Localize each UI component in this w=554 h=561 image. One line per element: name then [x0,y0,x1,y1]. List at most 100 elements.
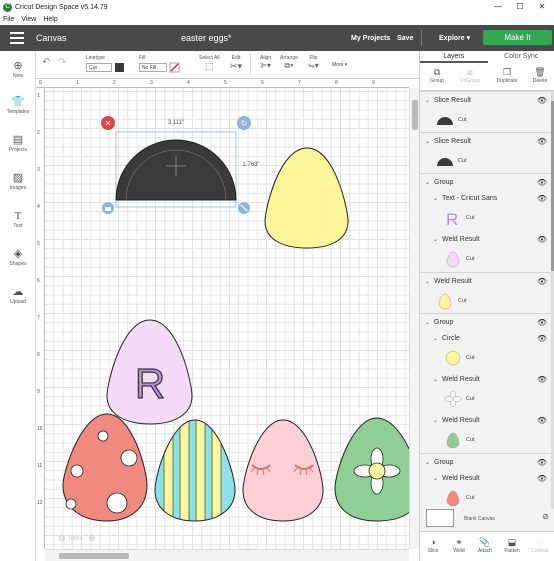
flatten-button[interactable]: ⬓ Flatten [499,536,525,554]
tab-color-sync[interactable]: Color Sync [488,51,554,63]
eye-icon[interactable]: 👁 [537,137,547,146]
tab-layers[interactable]: Layers [420,51,488,63]
layer-row[interactable]: ⌄ Text - Cricut Sans 👁 R Cut [420,190,551,231]
minimize-button[interactable]: — [487,0,509,14]
duplicate-button[interactable]: ❐ Duplicate [492,66,522,84]
nav-shapes[interactable]: ◈ Shapes [0,247,36,267]
chevron-down-icon[interactable]: ⌄ [433,417,438,424]
menu-bar: File View Help [0,14,554,25]
fill-select[interactable]: No Fill [139,63,167,72]
my-projects-button[interactable]: My Projects [351,35,390,42]
weld-button[interactable]: ⚭ Weld [446,536,472,554]
chevron-down-icon[interactable]: ⌄ [425,179,430,186]
nav-projects[interactable]: ▤ Projects [0,133,36,153]
letter-r-text[interactable]: R [134,359,166,407]
eye-icon[interactable]: 👁 [537,194,547,203]
chevron-down-icon[interactable]: ⌄ [425,319,430,326]
design-canvas[interactable]: 3.111" 1.763" ✕ ↻ R ⊖ 100% ⊕ [45,88,409,549]
eye-icon[interactable]: 👁 [537,416,547,425]
menu-file[interactable]: File [3,16,14,23]
machine-select[interactable]: Explore ▾ [439,34,470,42]
eye-icon[interactable]: 👁 [537,375,547,384]
select-all-button[interactable]: Select All ⬚ [199,55,220,72]
layer-group-row[interactable]: ⌄ Group 👁 [420,453,551,470]
nav-images[interactable]: ▨ Images [0,171,36,191]
layer-row[interactable]: ⌄ Weld Result 👁 Cut [420,470,551,511]
green-flower-egg[interactable] [334,417,409,522]
attach-button[interactable]: 📎 Attach [472,536,498,554]
hamburger-menu-icon[interactable] [10,32,24,44]
chevron-down-icon[interactable]: ⌄ [425,459,430,466]
no-fill-swatch-icon[interactable] [169,62,180,73]
eye-icon[interactable]: 👁 [537,458,547,467]
flip-button[interactable]: Flip ⇋▾ [308,55,319,70]
menu-view[interactable]: View [21,16,36,23]
linetype-color-swatch[interactable] [115,63,124,72]
blank-canvas-swatch[interactable] [426,509,454,527]
canvas-vertical-scrollbar[interactable] [409,88,419,549]
layer-row[interactable]: ⌄ Slice Result 👁 Cut [420,91,551,132]
layer-group-row[interactable]: ⌄ Group 👁 [420,173,551,190]
document-title[interactable]: easter eggs* [181,33,232,43]
contour-button[interactable]: ◌ Contour [527,536,553,554]
make-it-button[interactable]: Make It [483,30,552,45]
chevron-down-icon[interactable]: ⌄ [425,138,430,145]
zoom-in-icon: ⊕ [88,534,96,544]
menu-help[interactable]: Help [43,16,57,23]
select-all-icon: ⬚ [205,61,214,71]
delete-button[interactable]: 🗑 Delete [525,66,554,84]
pink-eyelash-egg[interactable] [242,419,324,522]
redo-icon[interactable]: ↷ [58,57,66,68]
layer-row[interactable]: ⌄ Circle 👁 Cut [420,330,551,371]
striped-egg[interactable] [153,418,237,523]
chevron-down-icon[interactable]: ⌄ [433,475,438,482]
red-spotted-egg[interactable] [62,413,148,522]
arrange-button[interactable]: Arrange ⧉▾ [280,55,298,71]
eye-icon[interactable]: 👁 [537,96,547,105]
ungroup-button[interactable]: ⧈ UnGroup [455,66,485,84]
chevron-down-icon[interactable]: ⌄ [433,236,438,243]
layer-row[interactable]: ⌄ Weld Result 👁 Cut [420,371,551,412]
layer-operation-label: Cut [466,437,475,443]
eye-slash-icon[interactable]: ⊘ [542,512,549,521]
chevron-down-icon[interactable]: ⌄ [433,376,438,383]
eye-icon[interactable]: 👁 [537,474,547,483]
chevron-down-icon[interactable]: ⌄ [425,97,430,104]
slice-button[interactable]: ◑ Slice [420,536,446,554]
nav-templates[interactable]: 👕 Templates [0,95,36,115]
nav-shapes-label: Shapes [9,261,27,267]
eye-icon[interactable]: 👁 [537,178,547,187]
canvas-horizontal-scrollbar[interactable] [45,549,409,561]
close-window-button[interactable]: ✕ [531,0,553,14]
eye-icon[interactable]: 👁 [537,235,547,244]
zoom-control[interactable]: ⊖ 100% ⊕ [58,534,96,544]
group-button[interactable]: ⧉ Group [422,66,452,84]
selection-width-label: 3.111" [168,120,184,126]
layer-row[interactable]: ⌄ Weld Result 👁 Cut [420,231,551,272]
eye-icon[interactable]: 👁 [537,277,547,286]
more-button[interactable]: More ▾ [332,62,347,68]
nav-new[interactable]: ⊕ New [0,59,36,79]
blank-canvas-row[interactable]: Blank Canvas ⊘ [420,509,554,531]
horizontal-scroll-thumb[interactable] [59,553,129,559]
layer-row[interactable]: ⌄ Weld Result 👁 Cut [420,412,551,453]
eye-icon[interactable]: 👁 [537,318,547,327]
layer-group-row[interactable]: ⌄ Group 👁 [420,313,551,330]
chevron-down-icon[interactable]: ⌄ [433,195,438,202]
chevron-down-icon[interactable]: ⌄ [433,335,438,342]
edit-button[interactable]: Edit ✂▾ [230,55,242,72]
nav-upload[interactable]: ☁ Upload [0,285,36,305]
undo-icon[interactable]: ↶ [42,57,50,68]
eye-icon[interactable]: 👁 [537,334,547,343]
maximize-button[interactable]: ☐ [509,0,531,14]
ungroup-icon: ⧈ [467,67,473,77]
save-button[interactable]: Save [397,35,413,42]
layer-row[interactable]: ⌄ Slice Result 👁 Cut [420,132,551,173]
align-button[interactable]: Align ⊫▾ [260,55,271,70]
chevron-down-icon[interactable]: ⌄ [425,278,430,285]
nav-text[interactable]: T Text [0,209,36,229]
layer-row[interactable]: ⌄ Weld Result 👁 Cut [420,272,551,313]
linetype-select[interactable]: Cut [86,63,112,72]
vertical-scroll-thumb[interactable] [412,100,418,130]
yellow-egg-shape[interactable] [264,147,349,249]
